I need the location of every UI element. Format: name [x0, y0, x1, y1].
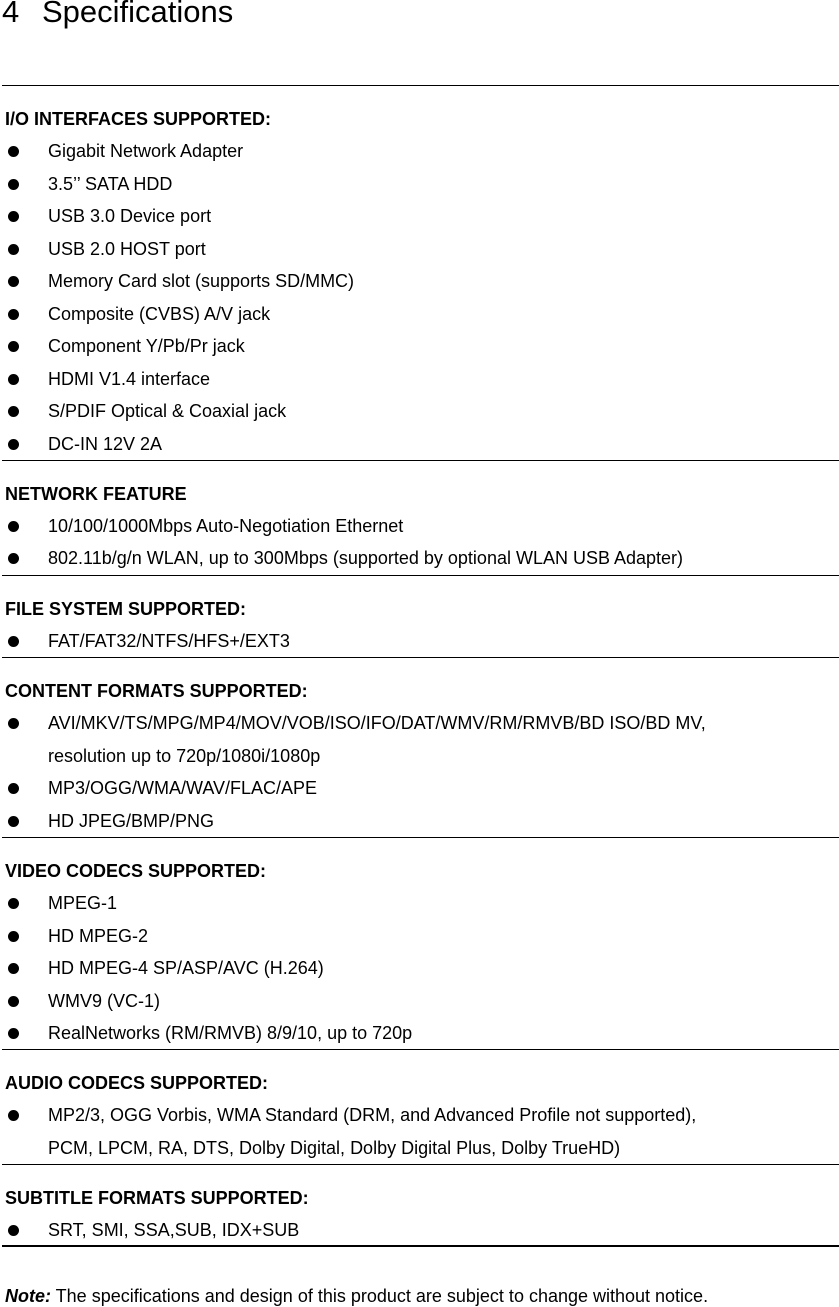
bullet-icon	[8, 374, 19, 385]
bullet-icon	[8, 553, 19, 564]
bullet-icon	[8, 521, 19, 532]
section-heading-content-formats: CONTENT FORMATS SUPPORTED:	[5, 681, 308, 701]
divider	[2, 1049, 839, 1050]
section-heading-file-system: FILE SYSTEM SUPPORTED:	[5, 599, 247, 619]
bullet-icon	[8, 276, 19, 287]
bullet-icon	[8, 816, 19, 827]
bullet-icon	[8, 309, 19, 320]
bullet-icon	[8, 341, 19, 352]
bullet-icon	[8, 179, 19, 190]
section-heading-io: I/O INTERFACES SUPPORTED:	[5, 109, 272, 129]
bullet-icon	[8, 1028, 19, 1039]
divider	[2, 1245, 839, 1247]
divider	[2, 1164, 839, 1165]
note-label: Note:	[5, 1286, 51, 1306]
bullet-icon	[8, 146, 19, 157]
bullet-icon	[8, 1110, 19, 1121]
bullet-icon	[8, 636, 19, 647]
bullet-icon	[8, 963, 19, 974]
divider	[2, 837, 839, 838]
bullet-icon	[8, 996, 19, 1007]
section-heading-audio-codecs: AUDIO CODECS SUPPORTED:	[5, 1073, 269, 1093]
page-title: 4 Specifications	[2, 0, 233, 30]
bullet-icon	[8, 783, 19, 794]
bullet-icon	[8, 718, 19, 729]
divider	[2, 460, 839, 461]
bullet-icon	[8, 1225, 19, 1236]
section-heading-subtitle-formats: SUBTITLE FORMATS SUPPORTED:	[5, 1188, 309, 1208]
section-title: Specifications	[42, 0, 234, 29]
section-number: 4	[2, 0, 20, 29]
section-heading-video-codecs: VIDEO CODECS SUPPORTED:	[5, 861, 267, 881]
section-heading-network: NETWORK FEATURE	[5, 484, 187, 504]
bullet-icon	[8, 244, 19, 255]
footnote: Note: The specifications and design of t…	[5, 1285, 708, 1307]
bullet-icon	[8, 439, 19, 450]
divider	[2, 575, 839, 576]
note-text: The specifications and design of this pr…	[51, 1286, 709, 1306]
bullet-icon	[8, 406, 19, 417]
divider	[2, 657, 839, 658]
bullet-icon	[8, 211, 19, 222]
divider	[2, 85, 839, 86]
bullet-icon	[8, 931, 19, 942]
bullet-icon	[8, 898, 19, 909]
